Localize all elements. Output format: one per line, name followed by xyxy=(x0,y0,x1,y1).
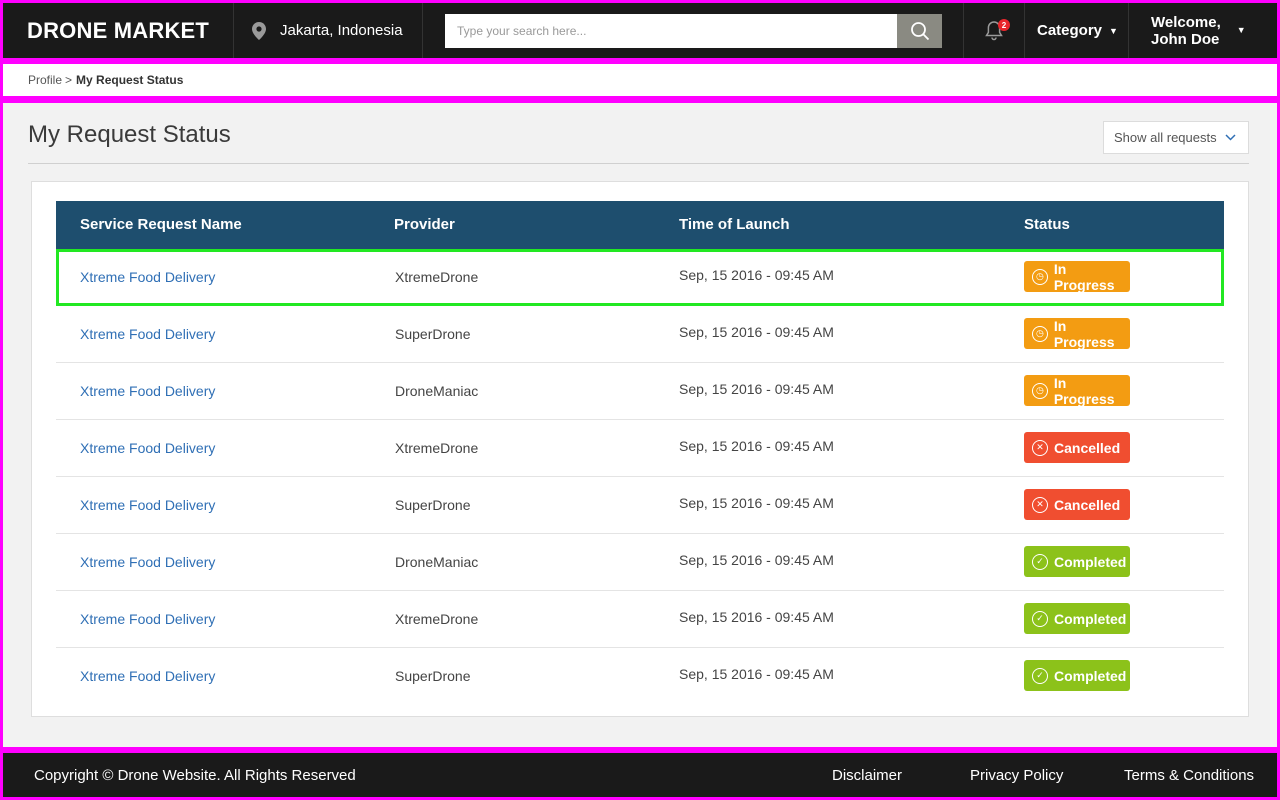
column-header-name[interactable]: Service Request Name xyxy=(80,216,242,233)
user-menu[interactable]: Welcome, John Doe ▼ xyxy=(1129,3,1277,58)
table-row[interactable]: Xtreme Food Delivery SuperDrone Sep, 15 20… xyxy=(56,306,1224,363)
copyright-text: Copyright © Drone Website. All Rights Re… xyxy=(34,767,356,784)
provider-cell: SuperDrone xyxy=(395,668,471,684)
launch-time-cell: Sep, 15 2016 - 09:45 AM xyxy=(679,609,834,625)
filter-label: Show all requests xyxy=(1114,130,1217,145)
launch-time-cell: Sep, 15 2016 - 09:45 AM xyxy=(679,324,834,340)
launch-time-cell: Sep, 15 2016 - 09:45 AM xyxy=(679,267,834,283)
provider-cell: XtremeDrone xyxy=(395,440,479,456)
table-row[interactable]: Xtreme Food Delivery DroneManiac Sep, 15 2… xyxy=(56,534,1224,591)
status-label: Completed xyxy=(1054,667,1127,684)
breadcrumb-separator: > xyxy=(65,73,73,87)
main-content: My Request Status Show all requests Serv… xyxy=(3,103,1277,747)
request-name-link[interactable]: Xtreme Food Delivery xyxy=(80,554,215,570)
category-dropdown[interactable]: Category ▼ xyxy=(1025,3,1129,58)
request-name-link[interactable]: Xtreme Food Delivery xyxy=(80,326,215,342)
category-label: Category xyxy=(1037,22,1103,39)
timer-icon: ◷ xyxy=(1032,268,1048,285)
status-badge: ◷ In Progress xyxy=(1024,260,1130,293)
launch-time-cell: Sep, 15 2016 - 09:45 AM xyxy=(679,552,834,568)
breadcrumb-parent-link[interactable]: Profile xyxy=(28,73,62,87)
column-header-provider[interactable]: Provider xyxy=(394,216,455,233)
status-label: In Progress xyxy=(1053,374,1115,407)
privacy-policy-link[interactable]: Privacy Policy xyxy=(970,767,1063,784)
timer-icon: ◷ xyxy=(1032,382,1048,399)
location-pin-icon xyxy=(252,21,266,40)
status-label: Completed xyxy=(1054,553,1127,570)
provider-cell: DroneManiac xyxy=(395,383,479,399)
breadcrumb-current: My Request Status xyxy=(76,73,184,87)
provider-cell: XtremeDrone xyxy=(395,269,479,285)
chevron-down-icon xyxy=(1225,134,1236,141)
brand-logo[interactable]: DRONE MARKET xyxy=(3,3,234,58)
table-row[interactable]: Xtreme Food Delivery XtremeDrone Sep, 15 2… xyxy=(56,591,1224,648)
request-name-link[interactable]: Xtreme Food Delivery xyxy=(80,611,215,627)
request-name-link[interactable]: Xtreme Food Delivery xyxy=(80,383,215,399)
search-icon xyxy=(910,21,929,40)
welcome-line: Welcome, xyxy=(1151,13,1221,31)
request-filter-dropdown[interactable]: Show all requests xyxy=(1103,121,1249,154)
check-circle-icon: ✓ xyxy=(1032,610,1048,627)
launch-time-cell: Sep, 15 2016 - 09:45 AM xyxy=(679,495,834,511)
check-circle-icon: ✓ xyxy=(1032,667,1048,684)
column-header-time[interactable]: Time of Launch xyxy=(679,216,790,233)
status-label: In Progress xyxy=(1053,317,1115,350)
terms-conditions-link[interactable]: Terms & Conditions xyxy=(1124,767,1254,784)
provider-cell: XtremeDrone xyxy=(395,611,479,627)
status-badge: ✓ Completed xyxy=(1024,546,1130,577)
x-circle-icon: ✕ xyxy=(1032,496,1048,513)
status-badge: ✓ Completed xyxy=(1024,660,1130,691)
table-row[interactable]: Xtreme Food Delivery SuperDrone Sep, 15 20… xyxy=(56,648,1224,705)
user-name: John Doe xyxy=(1151,30,1220,48)
table-row[interactable]: Xtreme Food Delivery DroneManiac Sep, 15 2… xyxy=(56,363,1224,420)
location-selector[interactable]: Jakarta, Indonesia xyxy=(234,3,423,58)
request-name-link[interactable]: Xtreme Food Delivery xyxy=(80,497,215,513)
breadcrumb: Profile > My Request Status xyxy=(3,64,1277,96)
provider-cell: SuperDrone xyxy=(395,497,471,513)
x-circle-icon: ✕ xyxy=(1032,439,1048,456)
status-label: In Progress xyxy=(1053,260,1115,293)
status-badge: ◷ In Progress xyxy=(1024,374,1130,407)
status-badge: ✕ Cancelled xyxy=(1024,489,1130,520)
title-divider xyxy=(28,163,1249,164)
requests-card: Service Request Name Provider Time of La… xyxy=(31,181,1249,717)
status-badge: ✓ Completed xyxy=(1024,603,1130,634)
table-row[interactable]: Xtreme Food Delivery SuperDrone Sep, 15 20… xyxy=(56,477,1224,534)
footer: Copyright © Drone Website. All Rights Re… xyxy=(3,753,1277,797)
notification-count-badge: 2 xyxy=(998,19,1010,31)
disclaimer-link[interactable]: Disclaimer xyxy=(832,767,902,784)
search-input[interactable] xyxy=(445,13,897,48)
welcome-text: Welcome, John Doe xyxy=(1151,14,1221,48)
status-badge: ◷ In Progress xyxy=(1024,317,1130,350)
table-body: Xtreme Food Delivery XtremeDrone Sep, 15 2… xyxy=(56,249,1224,705)
request-name-link[interactable]: Xtreme Food Delivery xyxy=(80,440,215,456)
status-label: Cancelled xyxy=(1054,439,1121,456)
launch-time-cell: Sep, 15 2016 - 09:45 AM xyxy=(679,438,834,454)
check-circle-icon: ✓ xyxy=(1032,553,1048,570)
table-row[interactable]: Xtreme Food Delivery XtremeDrone Sep, 15 2… xyxy=(56,249,1224,306)
caret-down-icon: ▼ xyxy=(1109,25,1118,36)
request-name-link[interactable]: Xtreme Food Delivery xyxy=(80,668,215,684)
column-header-status[interactable]: Status xyxy=(1024,216,1070,233)
table-header: Service Request Name Provider Time of La… xyxy=(56,201,1224,249)
status-label: Completed xyxy=(1054,610,1127,627)
notifications-button[interactable]: 2 xyxy=(964,3,1025,58)
provider-cell: SuperDrone xyxy=(395,326,471,342)
request-name-link[interactable]: Xtreme Food Delivery xyxy=(80,269,215,285)
top-navbar: DRONE MARKET Jakarta, Indonesia 2 Catego… xyxy=(3,3,1277,58)
status-badge: ✕ Cancelled xyxy=(1024,432,1130,463)
search-button[interactable] xyxy=(897,13,942,48)
table-row[interactable]: Xtreme Food Delivery XtremeDrone Sep, 15 2… xyxy=(56,420,1224,477)
provider-cell: DroneManiac xyxy=(395,554,479,570)
location-label: Jakarta, Indonesia xyxy=(280,22,403,39)
launch-time-cell: Sep, 15 2016 - 09:45 AM xyxy=(679,381,834,397)
status-label: Cancelled xyxy=(1054,496,1121,513)
caret-down-icon: ▼ xyxy=(1236,25,1246,35)
page-title: My Request Status xyxy=(28,121,231,148)
launch-time-cell: Sep, 15 2016 - 09:45 AM xyxy=(679,666,834,682)
search-bar xyxy=(423,3,964,58)
timer-icon: ◷ xyxy=(1032,325,1048,342)
